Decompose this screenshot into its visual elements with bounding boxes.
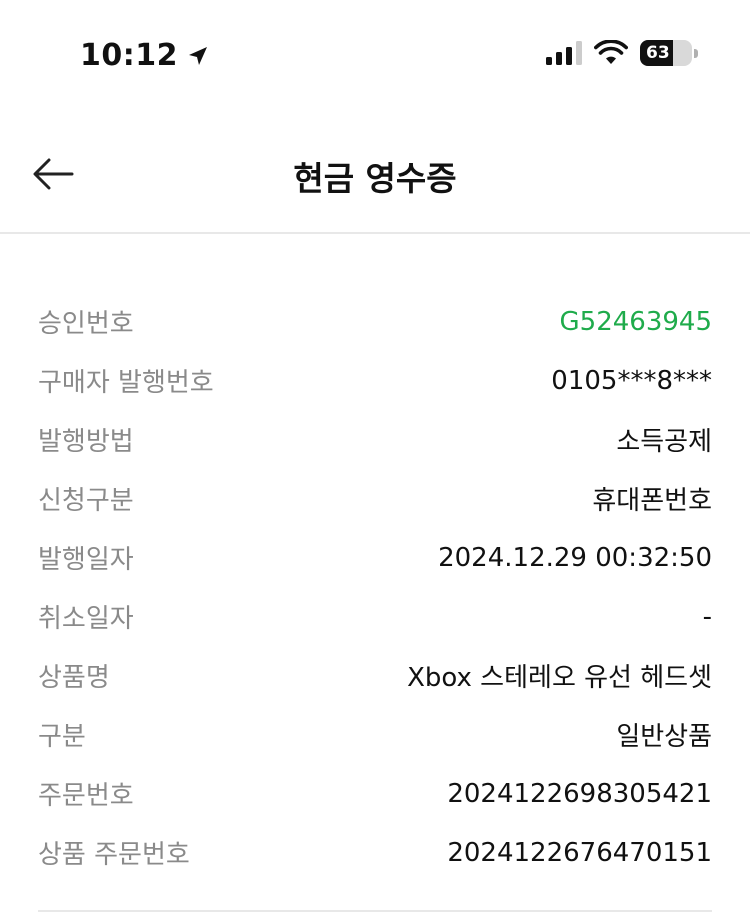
detail-label: 취소일자 [38, 604, 134, 634]
detail-label: 구매자 발행번호 [38, 368, 214, 398]
cellular-signal-icon [546, 41, 582, 65]
detail-row-buyer-number: 구매자 발행번호 0105***8*** [38, 351, 712, 410]
detail-value: 2024.12.29 00:32:50 [438, 542, 712, 573]
detail-value: 2024122676470151 [447, 837, 712, 868]
detail-row-cancel-date: 취소일자 - [38, 587, 712, 646]
navigation-bar: 현금 영수증 [0, 112, 750, 234]
detail-row-category: 구분 일반상품 [38, 705, 712, 764]
bottom-divider [38, 910, 712, 912]
detail-label: 승인번호 [38, 309, 134, 339]
battery-cap [694, 49, 698, 58]
detail-value: G52463945 [559, 306, 712, 337]
detail-row-request-type: 신청구분 휴대폰번호 [38, 469, 712, 528]
wifi-icon [594, 40, 628, 64]
detail-value: Xbox 스테레오 유선 헤드셋 [407, 663, 712, 693]
status-bar: 10:12 63 [0, 0, 750, 112]
detail-label: 발행일자 [38, 545, 134, 575]
status-time-text: 10:12 [80, 38, 178, 73]
receipt-details: 승인번호 G52463945 구매자 발행번호 0105***8*** 발행방법… [38, 292, 712, 882]
location-arrow-icon [189, 46, 207, 65]
status-indicators: 63 [546, 40, 698, 66]
detail-row-issue-date: 발행일자 2024.12.29 00:32:50 [38, 528, 712, 587]
page-title: 현금 영수증 [293, 159, 457, 198]
detail-label: 상품 주문번호 [38, 840, 190, 870]
detail-value: 0105***8*** [551, 365, 712, 396]
detail-label: 발행방법 [38, 427, 134, 457]
detail-label: 주문번호 [38, 781, 134, 811]
detail-row-issue-method: 발행방법 소득공제 [38, 410, 712, 469]
detail-value: 휴대폰번호 [592, 486, 712, 516]
battery-level: 63 [646, 43, 670, 63]
detail-row-product-order-number: 상품 주문번호 2024122676470151 [38, 823, 712, 882]
detail-row-approval-number: 승인번호 G52463945 [38, 292, 712, 351]
detail-value: 2024122698305421 [447, 778, 712, 809]
detail-row-product-name: 상품명 Xbox 스테레오 유선 헤드셋 [38, 646, 712, 705]
battery-icon: 63 [640, 40, 698, 66]
status-time: 10:12 [80, 38, 210, 73]
detail-value: - [702, 601, 712, 632]
detail-label: 상품명 [38, 663, 110, 693]
detail-row-order-number: 주문번호 2024122698305421 [38, 764, 712, 823]
detail-label: 신청구분 [38, 486, 134, 516]
detail-value: 소득공제 [616, 427, 712, 457]
detail-value: 일반상품 [616, 722, 712, 752]
detail-label: 구분 [38, 722, 86, 752]
